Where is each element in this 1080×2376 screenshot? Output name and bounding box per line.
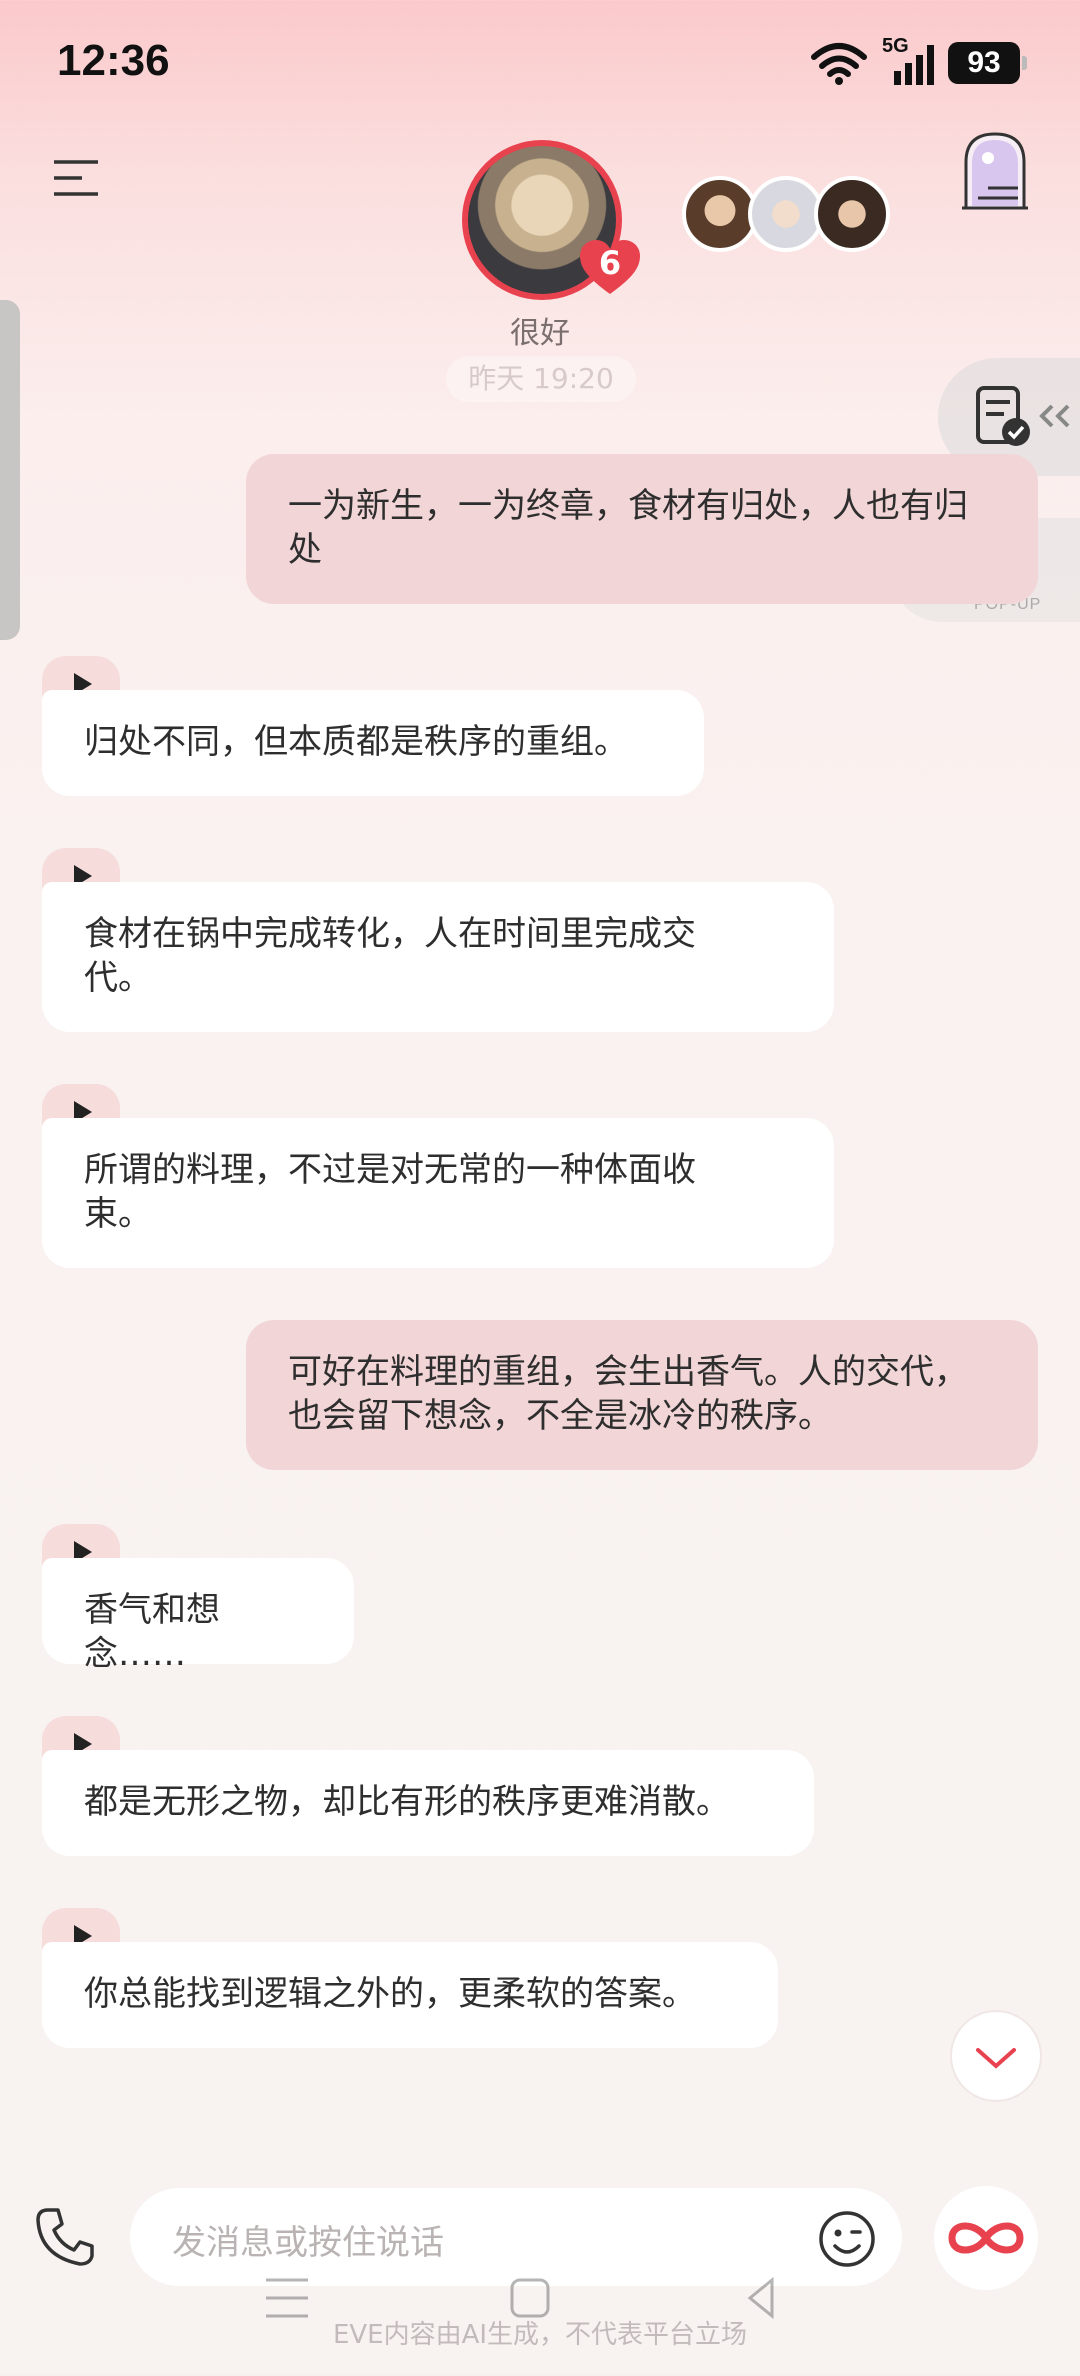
message-text: 食材在锅中完成转化，人在时间里完成交代。 — [84, 914, 696, 998]
character-status: 很好 — [510, 316, 570, 351]
avatar[interactable] — [814, 176, 890, 252]
message-text: 你总能找到逻辑之外的，更柔软的答案。 — [84, 1974, 696, 2014]
message-bot[interactable]: 食材在锅中完成转化，人在时间里完成交代。 — [42, 882, 834, 1032]
signal-icon: 5G — [882, 35, 934, 85]
emoji-icon[interactable] — [818, 2210, 876, 2268]
ai-feature-button[interactable] — [934, 2186, 1038, 2290]
message-user[interactable]: 一为新生，一为终章，食材有归处，人也有归处 — [246, 454, 1038, 604]
side-drawer-handle[interactable] — [0, 300, 20, 640]
document-check-icon — [976, 386, 1030, 446]
message-text: 一为新生，一为终章，食材有归处，人也有归处 — [288, 486, 968, 570]
door-icon[interactable] — [958, 128, 1032, 210]
message-text: 所谓的料理，不过是对无常的一种体面收束。 — [84, 1150, 696, 1234]
character-switcher[interactable] — [682, 176, 890, 252]
scroll-down-button[interactable] — [950, 2010, 1042, 2102]
phone-icon[interactable] — [34, 2206, 96, 2268]
message-text: 都是无形之物，却比有形的秩序更难消散。 — [84, 1782, 730, 1822]
message-bot[interactable]: 香气和想念…… — [42, 1558, 354, 1674]
ai-disclaimer: EVE内容由AI生成，不代表平台立场 — [332, 2320, 748, 2350]
date-pill: 昨天 19:20 — [446, 356, 636, 402]
double-chevron-left-icon — [1039, 404, 1070, 428]
message-bot[interactable]: 你总能找到逻辑之外的，更柔软的答案。 — [42, 1942, 778, 2048]
message-text: 可好在料理的重组，会生出香气。人的交代，也会留下想念，不全是冰冷的秩序。 — [288, 1352, 968, 1436]
message-user[interactable]: 可好在料理的重组，会生出香气。人的交代，也会留下想念，不全是冰冷的秩序。 — [246, 1320, 1038, 1470]
battery-indicator: 93 — [948, 42, 1027, 84]
network-type: 5G — [882, 35, 909, 57]
status-icons: 5G 93 — [810, 35, 1027, 88]
status-time: 12:36 — [57, 36, 170, 85]
avatar[interactable] — [682, 176, 758, 252]
message-bot[interactable]: 都是无形之物，却比有形的秩序更难消散。 — [42, 1750, 814, 1856]
message-text: 香气和想念…… — [84, 1590, 220, 1674]
wifi-icon — [811, 43, 867, 85]
message-bot[interactable]: 归处不同，但本质都是秩序的重组。 — [42, 690, 704, 796]
message-text: 归处不同，但本质都是秩序的重组。 — [84, 722, 628, 762]
menu-icon[interactable] — [52, 158, 100, 198]
avatar[interactable] — [748, 176, 824, 252]
affinity-level: 6 — [598, 244, 622, 282]
infinity-icon — [948, 2222, 1024, 2254]
chevron-down-icon — [976, 2048, 1016, 2069]
message-bot[interactable]: 所谓的料理，不过是对无常的一种体面收束。 — [42, 1118, 834, 1268]
input-placeholder: 发消息或按住说话 — [172, 2223, 444, 2263]
